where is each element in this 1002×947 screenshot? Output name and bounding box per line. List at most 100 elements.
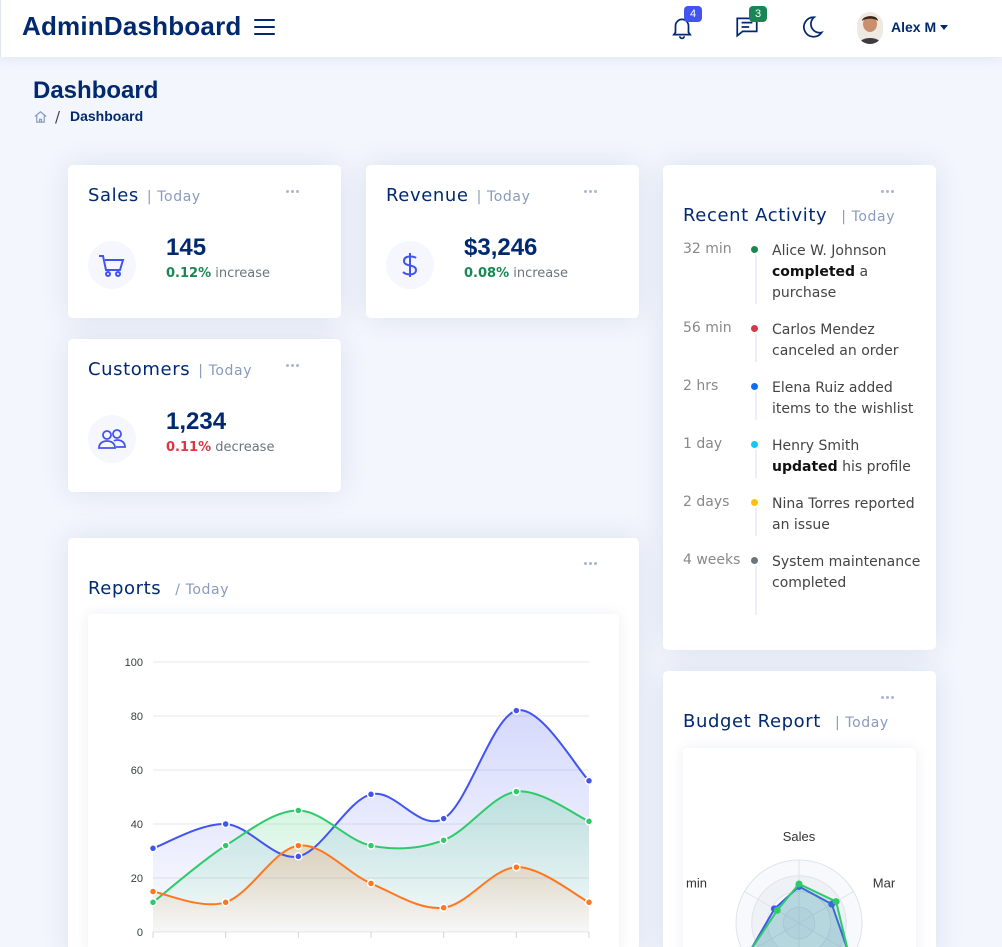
- dollar-icon: [386, 241, 434, 289]
- card-title-text: Budget Report: [683, 711, 821, 732]
- menu-toggle-icon[interactable]: [253, 15, 277, 39]
- notifications-badge: 4: [684, 6, 702, 22]
- data-point[interactable]: [512, 706, 521, 715]
- y-tick-label: 40: [131, 819, 143, 831]
- data-point[interactable]: [148, 887, 158, 896]
- revenue-value: $3,246: [464, 234, 538, 261]
- activity-time: 32 min: [683, 241, 732, 257]
- card-title-text: Customers: [88, 359, 191, 380]
- moon-icon: [803, 16, 824, 38]
- profile-name: Alex M: [891, 19, 937, 35]
- data-point[interactable]: [584, 776, 594, 786]
- avatar: [857, 12, 883, 44]
- more-options-icon[interactable]: [880, 186, 896, 196]
- card-title: Customers | Today: [88, 359, 252, 380]
- activity-text: Elena Ruiz added items to the wishlist: [772, 380, 914, 417]
- top-header: AdminDashboard 4 3 Alex M: [0, 0, 1002, 57]
- more-options-icon[interactable]: [880, 692, 896, 702]
- card-title-text: Recent Activity: [683, 205, 828, 226]
- page-title: Dashboard: [33, 77, 159, 104]
- data-point[interactable]: [439, 903, 448, 912]
- activity-item: 4 weeks System maintenance completed: [683, 552, 923, 615]
- brand-logo[interactable]: AdminDashboard: [22, 11, 241, 42]
- cart-icon: [88, 241, 136, 289]
- messages-button[interactable]: 3: [734, 6, 767, 42]
- card-title-text: Revenue: [386, 185, 469, 206]
- data-point[interactable]: [148, 844, 158, 853]
- data-point[interactable]: [221, 819, 230, 829]
- data-point[interactable]: [366, 841, 376, 850]
- data-point[interactable]: [221, 898, 230, 907]
- activity-status-dot: [749, 555, 760, 566]
- data-point[interactable]: [294, 806, 303, 815]
- recent-activity-card: Recent Activity | Today 32 min Alice W. Jo…: [663, 165, 936, 650]
- y-tick-label: 60: [131, 765, 143, 777]
- messages-badge: 3: [749, 6, 767, 22]
- activity-status-dot: [749, 323, 760, 334]
- data-point[interactable]: [439, 814, 448, 823]
- radar-point[interactable]: [773, 906, 781, 914]
- radar-axis-label: min: [686, 876, 707, 891]
- breadcrumb-separator: /: [55, 108, 61, 126]
- card-title: Revenue | Today: [386, 185, 530, 206]
- reports-card: Reports / Today 100 80 60 40 20 0: [68, 538, 639, 947]
- y-tick-label: 20: [131, 873, 143, 885]
- radar-axis-label: Mar: [873, 876, 896, 891]
- card-title-text: Reports: [88, 578, 162, 599]
- data-point[interactable]: [366, 790, 376, 799]
- more-options-icon[interactable]: [583, 558, 599, 568]
- activity-action: updated: [772, 459, 838, 475]
- theme-toggle-button[interactable]: [799, 14, 827, 42]
- activity-text: Henry Smith updated his profile: [772, 438, 911, 475]
- data-point[interactable]: [584, 817, 594, 826]
- radar-point[interactable]: [795, 880, 803, 888]
- card-filter-label: | Today: [841, 209, 896, 225]
- more-options-icon[interactable]: [285, 186, 301, 196]
- notifications-button[interactable]: 4: [669, 6, 702, 42]
- activity-status-dot: [749, 439, 760, 450]
- data-point[interactable]: [366, 879, 376, 888]
- trend-percent: 0.11%: [166, 440, 212, 455]
- activity-item: 32 min Alice W. Johnson completed a purch…: [683, 241, 923, 304]
- card-title: Recent Activity | Today: [683, 205, 895, 226]
- activity-time: 1 day: [683, 436, 723, 452]
- people-icon: [88, 415, 136, 463]
- card-title-text: Sales: [88, 185, 139, 206]
- activity-item: 2 hrs Elena Ruiz added items to the wishl…: [683, 378, 923, 420]
- data-point[interactable]: [584, 898, 594, 907]
- activity-status-dot: [749, 497, 760, 508]
- reports-chart: 100 80 60 40 20 0: [125, 657, 594, 939]
- data-point[interactable]: [148, 898, 158, 907]
- customers-value: 1,234: [166, 408, 227, 435]
- home-icon[interactable]: [33, 109, 48, 124]
- card-title: Budget Report | Today: [683, 711, 889, 732]
- y-tick-label: 80: [131, 711, 143, 723]
- data-point[interactable]: [439, 835, 448, 845]
- breadcrumb-current: Dashboard: [70, 108, 144, 124]
- trend-label: decrease: [215, 440, 275, 455]
- radar-axis-label: Sales: [783, 829, 816, 844]
- more-options-icon[interactable]: [285, 360, 301, 370]
- budget-chart-panel: Sales Mar min: [683, 748, 916, 947]
- activity-item: 1 day Henry Smith updated his profile: [683, 436, 923, 478]
- data-point[interactable]: [221, 841, 230, 850]
- data-point[interactable]: [294, 852, 303, 861]
- customers-card: Customers | Today 1,234 0.11% decrease: [68, 339, 341, 492]
- data-point[interactable]: [294, 841, 303, 850]
- activity-text: System maintenance completed: [772, 554, 921, 591]
- activity-text: Nina Torres reported an issue: [772, 496, 915, 533]
- sales-value: 145: [166, 234, 207, 261]
- data-point[interactable]: [512, 787, 521, 796]
- activity-item: 2 days Nina Torres reported an issue: [683, 494, 923, 536]
- data-point[interactable]: [512, 862, 521, 872]
- customers-trend: 0.11% decrease: [166, 440, 274, 455]
- card-filter-label: | Today: [476, 189, 531, 205]
- trend-label: increase: [513, 266, 569, 281]
- budget-report-card: Budget Report | Today Sales Mar min: [663, 671, 936, 947]
- radar-point[interactable]: [832, 898, 840, 906]
- activity-time: 2 days: [683, 494, 730, 510]
- chevron-down-icon: [940, 25, 948, 30]
- more-options-icon[interactable]: [583, 186, 599, 196]
- y-tick-label: 100: [125, 657, 143, 669]
- card-filter-label: | Today: [198, 363, 253, 379]
